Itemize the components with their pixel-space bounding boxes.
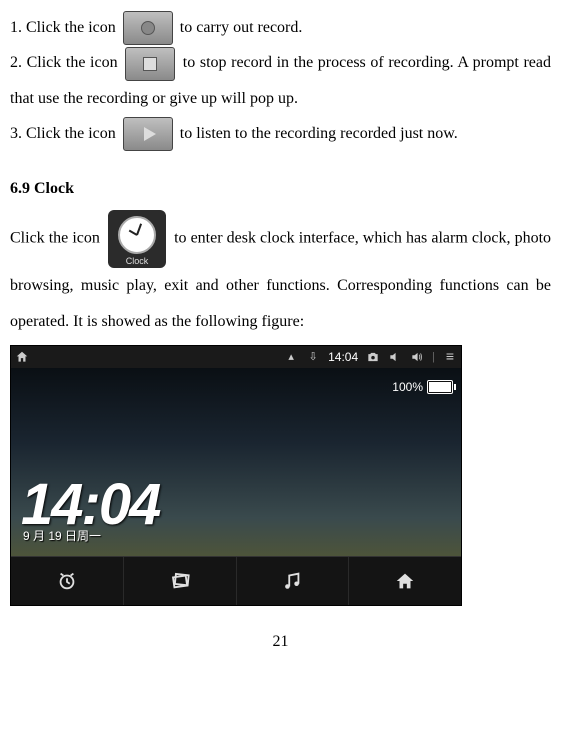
record-icon bbox=[123, 11, 173, 45]
wifi-icon: ▴ bbox=[284, 350, 298, 364]
text: 3. Click the icon bbox=[10, 125, 120, 142]
step-2: 2. Click the icon to stop record in the … bbox=[10, 45, 551, 116]
page-number: 21 bbox=[10, 634, 551, 650]
toolbar-home[interactable] bbox=[349, 557, 461, 605]
toolbar-music[interactable] bbox=[237, 557, 350, 605]
battery-indicator: 100% bbox=[392, 374, 453, 400]
wallpaper-area: 100% 14:04 9 月 19 日周一 bbox=[11, 368, 461, 556]
play-icon bbox=[123, 117, 173, 151]
battery-percent: 100% bbox=[392, 374, 423, 400]
text: 2. Click the icon bbox=[10, 54, 122, 71]
stop-icon bbox=[125, 47, 175, 81]
clock-app-icon: Clock bbox=[108, 210, 166, 268]
clock-paragraph: Click the icon Clock to enter desk clock… bbox=[10, 210, 551, 338]
home-icon[interactable] bbox=[15, 350, 29, 364]
toolbar-gallery[interactable] bbox=[124, 557, 237, 605]
text: Click the icon bbox=[10, 230, 104, 247]
text: to listen to the recording recorded just… bbox=[180, 125, 458, 142]
camera-icon[interactable] bbox=[366, 350, 380, 364]
text: to carry out record. bbox=[180, 19, 303, 36]
section-heading: 6.9 Clock bbox=[10, 171, 551, 206]
menu-icon[interactable]: ≡ bbox=[443, 350, 457, 364]
toolbar-alarm[interactable] bbox=[11, 557, 124, 605]
download-icon: ⇩ bbox=[306, 350, 320, 364]
toolbar bbox=[11, 556, 461, 605]
status-bar: ▴ ⇩ 14:04 | ≡ bbox=[11, 346, 461, 368]
text: 1. Click the icon bbox=[10, 19, 120, 36]
volume-down-icon[interactable] bbox=[388, 350, 402, 364]
clock-icon-label: Clock bbox=[108, 257, 166, 266]
battery-icon bbox=[427, 380, 453, 394]
clock-date: 9 月 19 日周一 bbox=[23, 523, 101, 549]
status-time: 14:04 bbox=[328, 344, 358, 370]
volume-up-icon[interactable] bbox=[410, 350, 424, 364]
step-3: 3. Click the icon to listen to the recor… bbox=[10, 116, 551, 151]
step-1: 1. Click the icon to carry out record. bbox=[10, 10, 551, 45]
clock-screenshot: ▴ ⇩ 14:04 | ≡ 100% 14:04 9 月 19 日周一 bbox=[10, 345, 462, 606]
